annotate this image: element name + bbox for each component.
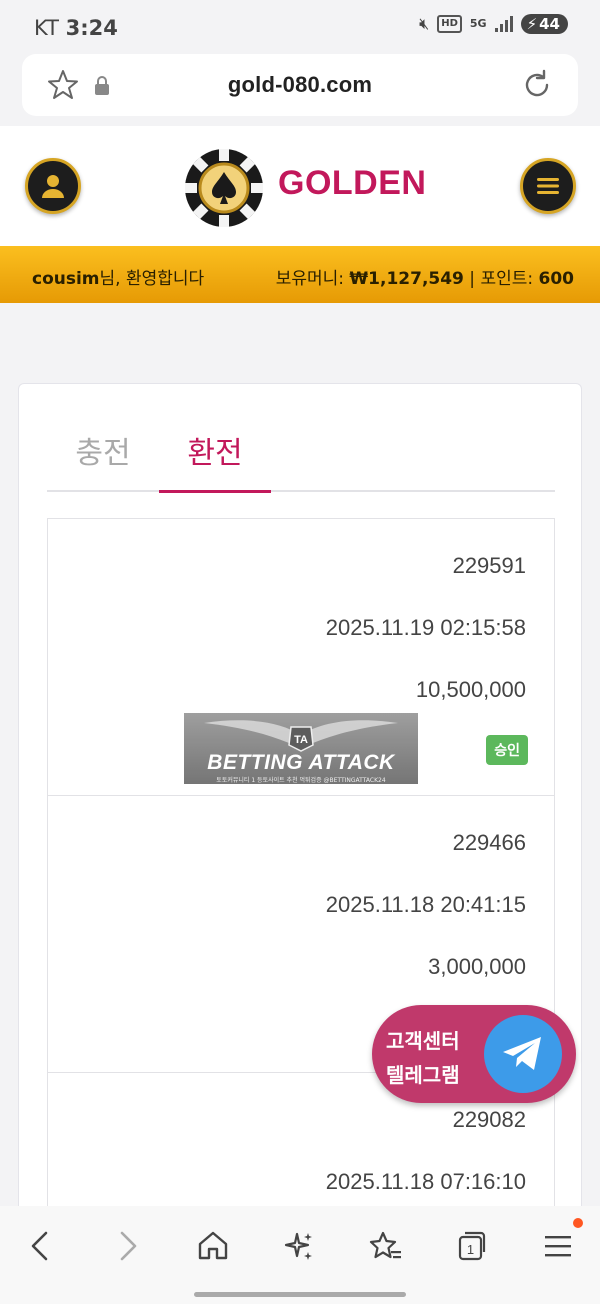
welcome-message: cousim님, 환영합니다: [32, 264, 204, 289]
hd-icon: HD: [437, 15, 462, 33]
money-label: 보유머니:: [275, 269, 345, 289]
transaction-id: 229591: [452, 553, 526, 578]
menu-lines-icon: [545, 1236, 571, 1257]
battery-level: 44: [539, 15, 560, 33]
telegram-icon: [484, 1015, 562, 1093]
support-label: 고객센터: [386, 1029, 460, 1053]
status-carrier-time: KT 3:24: [34, 16, 118, 40]
money-value: ₩1,127,549: [349, 269, 464, 289]
transaction-datetime: 2025.11.18 07:16:10: [325, 1169, 526, 1194]
tab-bar: 충전 환전: [47, 434, 555, 493]
reload-icon[interactable]: [520, 68, 554, 102]
status-badge: 승인: [486, 735, 528, 765]
site-header: GOLDEN: [0, 126, 600, 246]
browser-menu-button[interactable]: [538, 1226, 578, 1266]
menu-button[interactable]: [520, 158, 576, 214]
svg-text:1: 1: [467, 1242, 474, 1257]
url-text[interactable]: gold-080.com: [22, 72, 578, 98]
address-bar[interactable]: gold-080.com: [22, 54, 578, 116]
telegram-label: 텔레그램: [386, 1063, 460, 1087]
watermark-badge: TA: [294, 734, 308, 746]
poker-chip-logo-icon[interactable]: [184, 148, 264, 228]
balance-info: 보유머니: ₩1,127,549 | 포인트: 600: [276, 264, 574, 289]
user-profile-button[interactable]: [25, 158, 81, 214]
browser-bottom-nav: 1: [0, 1206, 600, 1304]
tab-withdraw[interactable]: 환전: [159, 434, 271, 493]
transaction-datetime: 2025.11.19 02:15:58: [325, 615, 526, 640]
chevron-left-icon: [31, 1231, 48, 1261]
home-icon: [198, 1231, 228, 1260]
points-value: 600: [538, 269, 575, 289]
status-bar: KT 3:24 🔇︎ HD 5G ⚡︎ 44: [0, 0, 600, 56]
ai-sparkle-button[interactable]: [279, 1226, 319, 1266]
battery-icon: ⚡︎ 44: [520, 14, 568, 34]
gesture-home-indicator[interactable]: [194, 1292, 406, 1297]
network-type-icon: 5G: [469, 17, 487, 30]
back-button[interactable]: [20, 1226, 60, 1266]
forward-button[interactable]: [108, 1226, 148, 1266]
bookmarks-button[interactable]: [366, 1226, 406, 1266]
watermark-subtext: 토토커뮤니티 1 등토사이트 추천 먹튀검증 @BETTINGATTACK24: [216, 777, 386, 784]
separator: |: [469, 269, 476, 289]
chevron-right-icon: [120, 1231, 137, 1261]
tab-deposit[interactable]: 충전: [47, 434, 159, 492]
tabs-count-icon: 1: [458, 1231, 486, 1261]
transaction-amount: 10,500,000: [415, 677, 526, 702]
mute-icon: 🔇︎: [419, 14, 430, 33]
wings-emblem-icon: TA: [204, 720, 398, 752]
clock: 3:24: [65, 16, 118, 40]
account-info-bar: cousim님, 환영합니다 보유머니: ₩1,127,549 | 포인트: 6…: [0, 246, 600, 303]
transaction-id: 229082: [452, 1107, 526, 1132]
transaction-id: 229466: [452, 830, 526, 855]
notification-dot: [573, 1218, 583, 1228]
points-label: 포인트:: [480, 269, 534, 289]
username: cousim: [32, 269, 100, 289]
home-button[interactable]: [193, 1226, 233, 1266]
bookmark-list-icon: [369, 1231, 401, 1259]
user-icon: [42, 175, 64, 198]
watermark-text: BETTING ATTACK: [207, 751, 395, 774]
hamburger-icon: [537, 178, 559, 194]
brand-name[interactable]: GOLDEN: [278, 164, 426, 203]
transaction-datetime: 2025.11.18 20:41:15: [325, 892, 526, 917]
signal-icon: [494, 16, 513, 32]
sparkle-icon: [284, 1232, 312, 1260]
watermark: TA BETTING ATTACK 토토커뮤니티 1 등토사이트 추천 먹튀검증…: [184, 713, 418, 784]
transaction-list: 229591 2025.11.19 02:15:58 10,500,000 승인…: [47, 518, 555, 1298]
transaction-amount: 3,000,000: [428, 954, 526, 979]
greeting-suffix: 님, 환영합니다: [99, 269, 205, 289]
tabs-button[interactable]: 1: [452, 1226, 492, 1266]
bolt-icon: ⚡︎: [526, 15, 538, 33]
carrier-label: KT: [34, 16, 59, 40]
status-icons: 🔇︎ HD 5G ⚡︎ 44: [419, 14, 568, 34]
history-card: 충전 환전 229591 2025.11.19 02:15:58 10,500,…: [18, 383, 582, 1298]
telegram-support-button[interactable]: 고객센터 텔레그램: [372, 1005, 576, 1103]
